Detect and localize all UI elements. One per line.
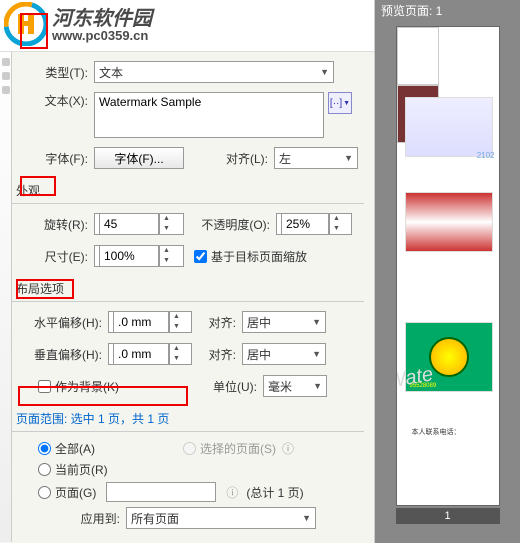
v-align-select[interactable]: 居中 ▼ (242, 343, 326, 365)
info-icon: ⓘ (226, 484, 238, 501)
v-offset-label: 垂直偏移(H): (18, 346, 108, 363)
h-align-label: 对齐: (192, 314, 242, 331)
preview-footer-text: 本人联系电话： (412, 427, 461, 437)
all-pages-radio[interactable] (38, 442, 51, 455)
current-page-label: 当前页(R) (55, 461, 108, 478)
selected-pages-radio[interactable] (183, 442, 196, 455)
site-url: www.pc0359.cn (52, 28, 148, 43)
pages-label: 页面(G) (55, 484, 96, 501)
total-pages-label: (总计 1 页) (246, 484, 303, 501)
pages-radio[interactable] (38, 486, 51, 499)
chevron-down-icon: ▼ (298, 513, 311, 523)
up-arrow-icon[interactable]: ▲ (160, 246, 173, 256)
rotation-input[interactable]: ▲▼ (94, 213, 184, 235)
up-arrow-icon[interactable]: ▲ (330, 214, 343, 224)
insert-macro-button[interactable]: [··]▼ (328, 92, 352, 114)
align-select[interactable]: 左 ▼ (274, 147, 358, 169)
appearance-section: 外观 (12, 178, 364, 204)
preview-title: 预览页面: 1 (375, 0, 520, 18)
page-range-section: 页面范围: 选中 1 页，共 1 页 (12, 406, 364, 432)
opacity-label: 不透明度(O): (188, 216, 276, 233)
chevron-down-icon: ▼ (340, 153, 353, 163)
selected-pages-label: 选择的页面(S) (200, 440, 276, 457)
chevron-down-icon: ▼ (309, 381, 322, 391)
page-number: 1 (396, 508, 500, 524)
scale-checkbox[interactable] (194, 250, 207, 263)
type-label: 类型(T): (18, 64, 94, 81)
v-offset-input[interactable]: ▲▼ (108, 343, 192, 365)
chevron-down-icon: ▼ (308, 349, 321, 359)
up-arrow-icon[interactable]: ▲ (170, 312, 183, 322)
highlight-box-4 (18, 386, 188, 406)
preview-card-banner (405, 192, 493, 252)
site-name: 河东软件园 (52, 2, 152, 31)
all-pages-label: 全部(A) (55, 440, 95, 457)
apply-to-select[interactable]: 所有页面 ▼ (126, 507, 316, 529)
down-arrow-icon[interactable]: ▼ (170, 322, 183, 332)
down-arrow-icon[interactable]: ▼ (160, 256, 173, 266)
down-arrow-icon[interactable]: ▼ (160, 224, 173, 234)
down-arrow-icon[interactable]: ▼ (330, 224, 343, 234)
apply-to-label: 应用到: (68, 510, 126, 527)
type-select[interactable]: 文本 ▼ (94, 61, 334, 83)
watermark-text-input[interactable] (94, 92, 324, 138)
font-label: 字体(F): (18, 150, 94, 167)
text-label: 文本(X): (18, 92, 94, 109)
h-offset-label: 水平偏移(H): (18, 314, 108, 331)
h-align-select[interactable]: 居中 ▼ (242, 311, 326, 333)
font-button[interactable]: 字体(F)... (94, 147, 184, 169)
preview-card-small-1 (397, 27, 439, 85)
v-align-label: 对齐: (192, 346, 242, 363)
scale-label: 基于目标页面缩放 (211, 248, 307, 265)
up-arrow-icon[interactable]: ▲ (170, 344, 183, 354)
unit-select[interactable]: 毫米 ▼ (263, 375, 327, 397)
info-icon: ⓘ (282, 440, 294, 457)
highlight-box-2 (20, 176, 56, 196)
size-label: 尺寸(E): (18, 248, 94, 265)
highlight-box-3 (16, 279, 74, 299)
pages-input[interactable] (106, 482, 216, 502)
down-arrow-icon[interactable]: ▼ (170, 354, 183, 364)
current-page-radio[interactable] (38, 463, 51, 476)
up-arrow-icon[interactable]: ▲ (160, 214, 173, 224)
align-label: 对齐(L): (208, 150, 274, 167)
opacity-input[interactable]: ▲▼ (276, 213, 352, 235)
preview-card-id-front (405, 97, 493, 157)
highlight-box-1 (20, 13, 48, 49)
chevron-down-icon: ▼ (316, 67, 329, 77)
h-offset-input[interactable]: ▲▼ (108, 311, 192, 333)
preview-page: 95528089 2102 Wate 本人联系电话： (396, 26, 500, 506)
preview-number: 2102 (477, 151, 495, 160)
size-input[interactable]: ▲▼ (94, 245, 184, 267)
left-strip (0, 52, 12, 542)
chevron-down-icon: ▼ (308, 317, 321, 327)
rotation-label: 旋转(R): (18, 216, 94, 233)
